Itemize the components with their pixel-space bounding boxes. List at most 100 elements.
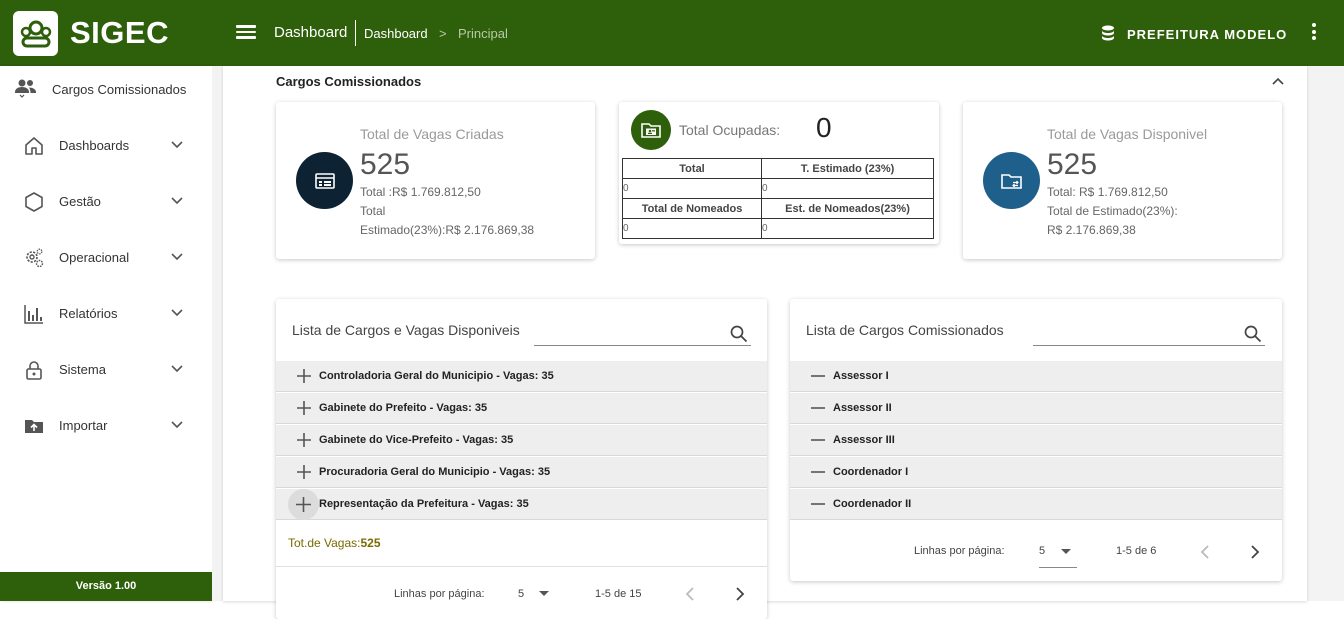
list-window-icon [314, 172, 335, 189]
minus-icon[interactable] [810, 432, 826, 448]
organization-name[interactable]: PREFEITURA MODELO [1127, 27, 1287, 42]
sidebar: Cargos Comissionados Dashboards Gestão O… [0, 66, 212, 601]
kpi-estimado: Estimado(23%):R$ 2.176.869,38 [360, 223, 535, 237]
rows-per-page-select[interactable]: 5 [518, 588, 524, 600]
list-item[interactable]: Representação da Prefeitura - Vagas: 35 [276, 489, 767, 520]
chevron-down-icon [171, 309, 183, 317]
plus-icon[interactable] [296, 368, 312, 384]
kpi-title: Total de Vagas Disponivel [1047, 126, 1208, 142]
next-page-icon[interactable] [1249, 545, 1261, 559]
home-icon [25, 137, 43, 155]
breadcrumb-item-dashboard[interactable]: Dashboard [364, 26, 428, 41]
kpi-total: Total :R$ 1.769.812,50 [360, 185, 481, 199]
table-cell: 0 [761, 178, 934, 199]
bar-chart-icon [24, 305, 43, 324]
kpi-icon-circle [296, 152, 353, 209]
app-logo[interactable] [13, 11, 58, 56]
rows-per-page-label: Linhas por página: [914, 545, 1005, 557]
expand-button[interactable] [288, 489, 319, 520]
cargos-panel: Cargos Comissionados Total de Vagas Cria… [223, 66, 1307, 619]
list-card-vagas-disponiveis: Lista de Cargos e Vagas Disponiveis Cont… [276, 299, 767, 619]
sidebar-item-label: Relatórios [59, 306, 118, 321]
table-header: Total de Nomeados [621, 198, 763, 219]
list-item[interactable]: Coordenador I [790, 457, 1282, 488]
kpi-estimado-label: Total [360, 204, 386, 218]
kpi-title: Total de Vagas Criadas [360, 126, 504, 142]
list-item-label: Assessor II [833, 402, 892, 414]
sidebar-item-label: Importar [59, 418, 108, 433]
brand-name: SIGEC [70, 15, 169, 50]
sidebar-item-gestao[interactable]: Gestão [0, 181, 212, 221]
list-item[interactable]: Coordenador II [790, 489, 1282, 520]
list-item[interactable]: Gabinete do Prefeito - Vagas: 35 [276, 393, 767, 424]
minus-icon[interactable] [810, 464, 826, 480]
sidebar-item-label: Dashboards [59, 138, 130, 153]
search-input[interactable] [1033, 345, 1265, 346]
list-item-label: Coordenador II [833, 498, 912, 510]
list-card-cargos-comissionados: Lista de Cargos Comissionados Assessor I… [790, 299, 1282, 581]
list-item[interactable]: Assessor III [790, 425, 1282, 456]
plus-icon[interactable] [296, 400, 312, 416]
kpi-icon-circle [983, 152, 1040, 209]
sidebar-item-operacional[interactable]: Operacional [0, 237, 212, 277]
dropdown-arrow-icon[interactable] [538, 590, 550, 598]
list-item[interactable]: Procuradoria Geral do Municipio - Vagas:… [276, 457, 767, 488]
total-vagas-value: 525 [360, 536, 381, 550]
minus-icon[interactable] [810, 368, 826, 384]
next-page-icon[interactable] [734, 587, 746, 601]
list-title: Lista de Cargos e Vagas Disponiveis [292, 322, 520, 338]
page-title: Dashboard [274, 24, 348, 41]
table-header: Total [621, 158, 763, 179]
table-header: T. Estimado (23%) [761, 158, 934, 179]
list-item[interactable]: Controladoria Geral do Municipio - Vagas… [276, 361, 767, 392]
table-cell: 0 [761, 218, 934, 239]
prev-page-icon[interactable] [684, 587, 696, 601]
list-item[interactable]: Assessor I [790, 361, 1282, 392]
plus-icon[interactable] [296, 464, 312, 480]
table-header: Est. de Nomeados(23%) [761, 198, 934, 219]
kpi-icon-circle [631, 110, 671, 150]
folder-upload-icon [25, 420, 43, 433]
pagination-range: 1-5 de 15 [595, 588, 642, 600]
sidebar-item-label: Gestão [59, 194, 101, 209]
list-item[interactable]: Assessor II [790, 393, 1282, 424]
chevron-down-icon [171, 197, 183, 205]
kpi-value: 525 [360, 148, 411, 181]
sidebar-item-importar[interactable]: Importar [0, 405, 212, 445]
kpi-total: Total: R$ 1.769.812,50 [1047, 185, 1168, 199]
search-icon[interactable] [730, 325, 748, 343]
kpi-title: Total Ocupadas: [679, 122, 781, 138]
sidebar-heading[interactable]: Cargos Comissionados [0, 74, 212, 104]
rows-per-page-select[interactable]: 5 [1039, 545, 1045, 557]
sidebar-item-label: Sistema [59, 362, 106, 377]
sidebar-item-relatorios[interactable]: Relatórios [0, 293, 212, 333]
minus-icon[interactable] [810, 496, 826, 512]
total-vagas: Tot.de Vagas:525 [288, 536, 381, 550]
list-item-label: Controladoria Geral do Municipio - Vagas… [319, 370, 554, 382]
list-title: Lista de Cargos Comissionados [806, 322, 1004, 338]
prev-page-icon[interactable] [1199, 545, 1211, 559]
kpi-card-vagas-criadas: Total de Vagas Criadas 525 Total :R$ 1.7… [276, 102, 595, 259]
rows-per-page-underline [1039, 567, 1077, 568]
chevron-down-icon [171, 421, 183, 429]
dropdown-arrow-icon[interactable] [1060, 548, 1072, 556]
sidebar-item-sistema[interactable]: Sistema [0, 349, 212, 389]
search-icon[interactable] [1244, 325, 1262, 343]
users-icon [15, 79, 36, 98]
menu-toggle-button[interactable] [234, 22, 258, 44]
chevron-down-icon [171, 253, 183, 261]
database-icon [1101, 25, 1115, 46]
minus-icon[interactable] [810, 400, 826, 416]
top-app-bar: SIGEC Dashboard Dashboard > Principal PR… [0, 0, 1344, 66]
chevron-up-icon[interactable] [1271, 74, 1285, 88]
hexagon-icon [25, 192, 43, 212]
divider [276, 566, 767, 567]
kpi-card-ocupadas: Total Ocupadas: 0 Total T. Estimado (23%… [619, 102, 939, 244]
plus-icon[interactable] [296, 432, 312, 448]
list-item-label: Procuradoria Geral do Municipio - Vagas:… [319, 466, 551, 478]
list-item[interactable]: Gabinete do Vice-Prefeito - Vagas: 35 [276, 425, 767, 456]
search-input[interactable] [534, 345, 751, 346]
sidebar-item-dashboards[interactable]: Dashboards [0, 125, 212, 165]
lock-icon [26, 361, 42, 380]
more-options-icon[interactable] [1308, 23, 1320, 43]
